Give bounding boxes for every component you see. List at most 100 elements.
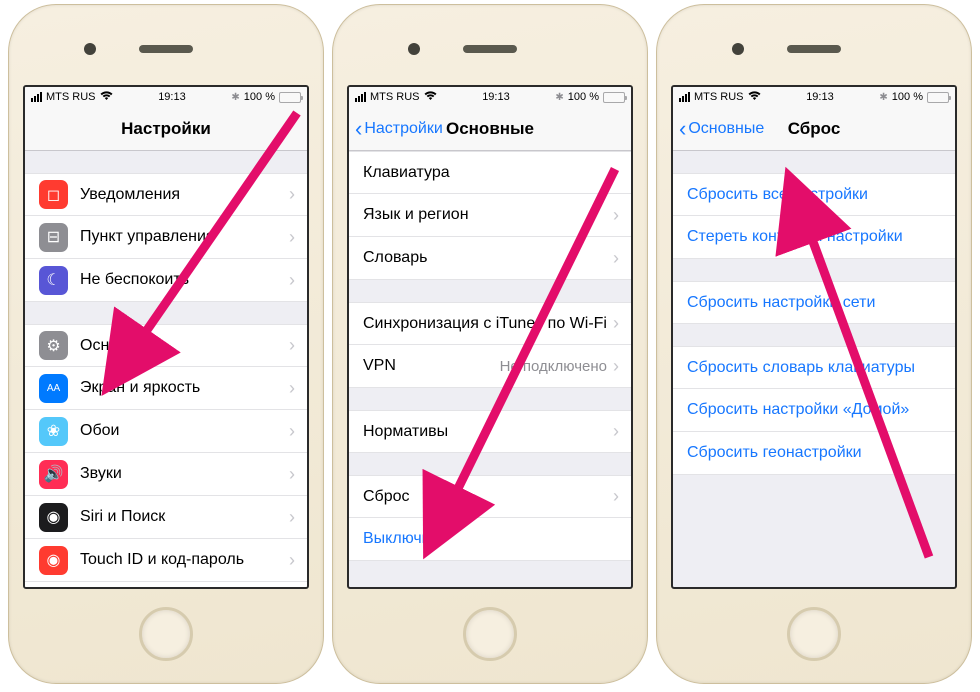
row-label: Touch ID и код-пароль xyxy=(80,551,289,569)
chevron-left-icon: ‹ xyxy=(355,118,362,140)
settings-row[interactable]: Сбросить настройки «Домой»› xyxy=(673,389,955,432)
phone-frame-1: MTS RUS 19:13 ✱ 100 % Настройки ◻︎Уведом… xyxy=(8,4,324,684)
chevron-right-icon: › xyxy=(613,162,619,183)
status-bar: MTS RUS 19:13 ✱ 100 % xyxy=(349,87,631,107)
status-bar: MTS RUS 19:13 ✱ 100 % xyxy=(25,87,307,107)
home-button[interactable] xyxy=(139,607,193,661)
touchid-icon: ◉ xyxy=(39,546,68,575)
row-label: Клавиатура xyxy=(363,164,613,182)
siri-icon: ◉ xyxy=(39,503,68,532)
chevron-right-icon: › xyxy=(613,313,619,334)
phone-speaker xyxy=(463,45,517,53)
signal-bars-icon xyxy=(355,92,366,102)
wifi-icon xyxy=(100,91,113,104)
carrier-label: MTS RUS xyxy=(46,91,96,103)
clock-label: 19:13 xyxy=(482,91,510,103)
display-icon: AA xyxy=(39,374,68,403)
settings-row[interactable]: Сбросить все настройки› xyxy=(673,173,955,216)
phone-camera xyxy=(408,43,420,55)
row-label: Словарь xyxy=(363,249,613,267)
settings-row[interactable]: ◉Siri и Поиск› xyxy=(25,496,307,539)
settings-row[interactable]: Сбросить геонастройки› xyxy=(673,432,955,475)
phone-speaker xyxy=(787,45,841,53)
settings-row[interactable]: 🔊 Звуки› xyxy=(25,453,307,496)
settings-row[interactable]: Сбросить словарь клавиатуры› xyxy=(673,346,955,389)
status-bar: MTS RUS 19:13 ✱ 100 % xyxy=(673,87,955,107)
chevron-right-icon: › xyxy=(289,227,295,248)
row-label: Звуки xyxy=(80,465,289,483)
screen-general: MTS RUS 19:13 ✱ 100 % ‹ Настройки Основн… xyxy=(347,85,633,589)
row-label: Обои xyxy=(80,422,289,440)
do-not-disturb-icon: ☾ xyxy=(39,266,68,295)
settings-row[interactable]: Нормативы› xyxy=(349,410,631,453)
home-button[interactable] xyxy=(463,607,517,661)
clock-label: 19:13 xyxy=(806,91,834,103)
settings-row[interactable]: ❀ Обои› xyxy=(25,410,307,453)
chevron-right-icon: › xyxy=(289,550,295,571)
settings-row[interactable]: ⊟Пункт управления› xyxy=(25,216,307,259)
settings-row[interactable]: Язык и регион› xyxy=(349,194,631,237)
settings-list[interactable]: ◻︎Уведомления›⊟Пункт управления› ☾ Не бесп… xyxy=(25,151,307,587)
row-label: Не беспокоить xyxy=(80,271,289,289)
screen-reset: MTS RUS 19:13 ✱ 100 % ‹ Основные Сброс С… xyxy=(671,85,957,589)
reset-list[interactable]: Сбросить все настройки›Стереть контент и… xyxy=(673,151,955,587)
page-title: Основные xyxy=(446,119,534,139)
chevron-right-icon: › xyxy=(289,421,295,442)
row-label: Сбросить все настройки xyxy=(687,186,943,204)
battery-icon xyxy=(927,92,949,103)
battery-pct: 100 % xyxy=(244,91,275,103)
control-center-icon: ⊟ xyxy=(39,223,68,252)
settings-row[interactable]: Стереть контент и настройки› xyxy=(673,216,955,259)
chevron-left-icon: ‹ xyxy=(679,118,686,140)
page-title: Сброс xyxy=(788,119,841,139)
settings-row[interactable]: ◻︎Уведомления› xyxy=(25,173,307,216)
carrier-label: MTS RUS xyxy=(370,91,420,103)
settings-row[interactable]: ☾ Не беспокоить› xyxy=(25,259,307,302)
settings-row[interactable]: Словарь› xyxy=(349,237,631,280)
phone-camera xyxy=(732,43,744,55)
settings-row[interactable]: Выключить› xyxy=(349,518,631,561)
back-button[interactable]: ‹ Основные xyxy=(679,118,764,140)
row-label: Экран и яркость xyxy=(80,379,289,397)
settings-row[interactable]: VPNНе подключено› xyxy=(349,345,631,388)
home-button[interactable] xyxy=(787,607,841,661)
back-label: Настройки xyxy=(364,120,442,138)
chevron-right-icon: › xyxy=(613,248,619,269)
bluetooth-icon: ✱ xyxy=(879,92,887,103)
wallpaper-icon: ❀ xyxy=(39,417,68,446)
row-label: VPN xyxy=(363,357,500,375)
settings-row[interactable]: AA Экран и яркость› xyxy=(25,367,307,410)
nav-header: Настройки xyxy=(25,107,307,151)
bluetooth-icon: ✱ xyxy=(555,92,563,103)
settings-row[interactable]: ◉ Touch ID и код-пароль› xyxy=(25,539,307,582)
chevron-right-icon: › xyxy=(289,270,295,291)
battery-icon xyxy=(603,92,625,103)
carrier-label: MTS RUS xyxy=(694,91,744,103)
back-button[interactable]: ‹ Настройки xyxy=(355,118,443,140)
row-label: Сбросить настройки «Домой» xyxy=(687,401,943,419)
notifications-icon: ◻︎ xyxy=(39,180,68,209)
chevron-right-icon: › xyxy=(289,464,295,485)
screen-settings: MTS RUS 19:13 ✱ 100 % Настройки ◻︎Уведом… xyxy=(23,85,309,589)
signal-bars-icon xyxy=(679,92,690,102)
chevron-right-icon: › xyxy=(289,507,295,528)
row-label: Основные xyxy=(80,337,289,355)
row-label: Выключить xyxy=(363,530,619,548)
chevron-right-icon: › xyxy=(289,378,295,399)
settings-row[interactable]: Синхронизация с iTunes по Wi-Fi› xyxy=(349,302,631,345)
back-label: Основные xyxy=(688,120,764,138)
settings-row[interactable]: Сбросить настройки сети› xyxy=(673,281,955,324)
settings-row[interactable]: ⚙︎Основные› xyxy=(25,324,307,367)
wifi-icon xyxy=(424,91,437,104)
sounds-icon: 🔊 xyxy=(39,460,68,489)
chevron-right-icon: › xyxy=(289,184,295,205)
settings-row[interactable]: SOSЭкстренный вызов — SOS› xyxy=(25,582,307,587)
clock-label: 19:13 xyxy=(158,91,186,103)
general-list[interactable]: Клавиатура›Язык и регион›Словарь›Синхрон… xyxy=(349,151,631,587)
row-label: Язык и регион xyxy=(363,206,613,224)
chevron-right-icon: › xyxy=(613,356,619,377)
settings-row[interactable]: Сброс› xyxy=(349,475,631,518)
phone-frame-2: MTS RUS 19:13 ✱ 100 % ‹ Настройки Основн… xyxy=(332,4,648,684)
chevron-right-icon: › xyxy=(289,335,295,356)
settings-row[interactable]: Клавиатура› xyxy=(349,151,631,194)
